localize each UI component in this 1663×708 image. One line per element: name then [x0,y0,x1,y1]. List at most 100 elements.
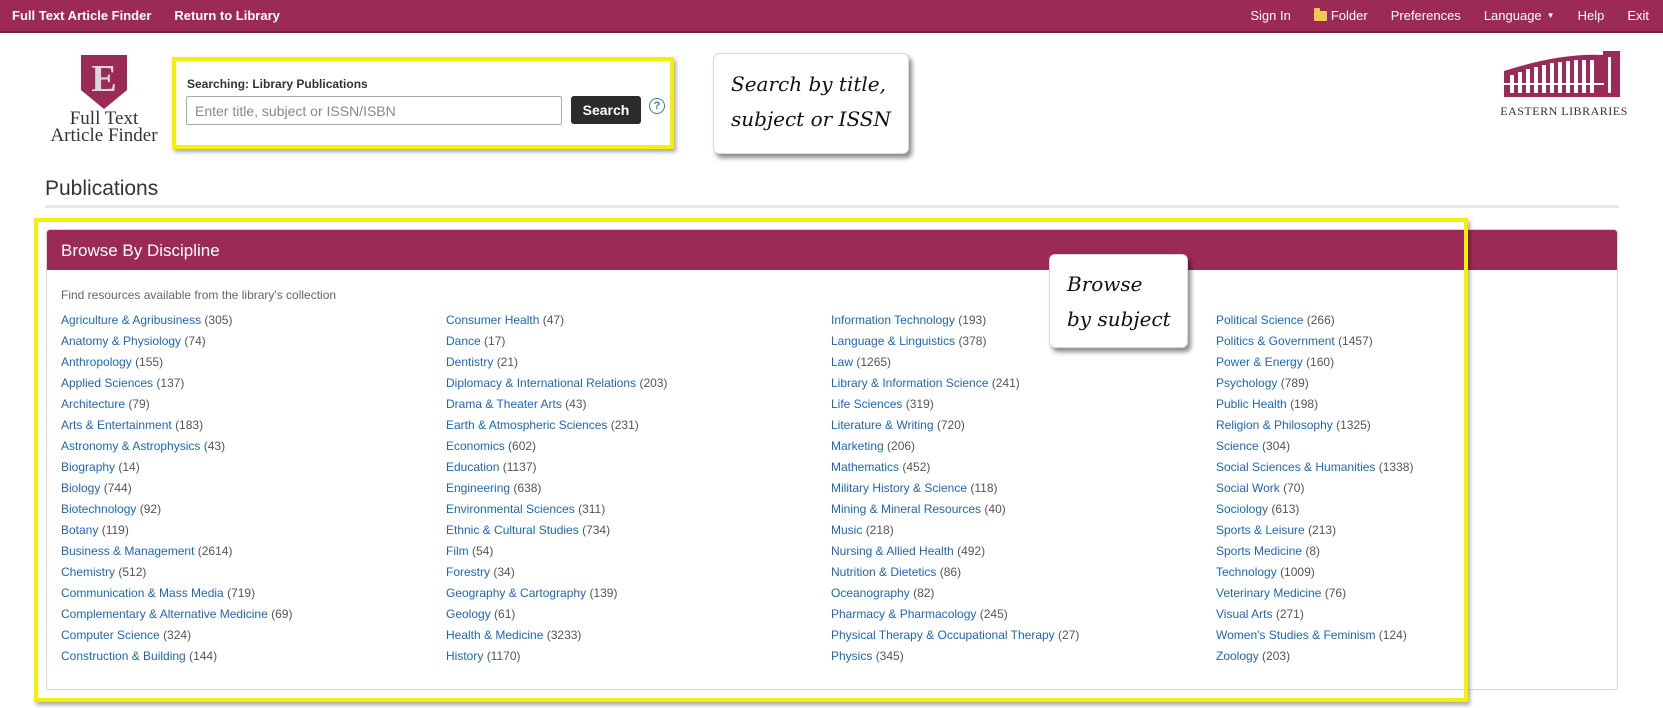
discipline-link[interactable]: Education [446,460,499,474]
discipline-link[interactable]: Astronomy & Astrophysics [61,439,200,453]
help-question-icon[interactable]: ? [649,98,665,114]
discipline-count: (319) [905,397,934,411]
discipline-item: Music (218) [831,523,1216,544]
discipline-link[interactable]: Biography [61,460,115,474]
discipline-link[interactable]: Geography & Cartography [446,586,586,600]
discipline-count: (1325) [1336,418,1371,432]
discipline-link[interactable]: Marketing [831,439,884,453]
discipline-item: Law (1265) [831,355,1216,376]
discipline-link[interactable]: Diplomacy & International Relations [446,376,636,390]
discipline-link[interactable]: Visual Arts [1216,607,1272,621]
discipline-link[interactable]: Technology [1216,565,1277,579]
discipline-link[interactable]: Business & Management [61,544,194,558]
language-dropdown[interactable]: Language ▼ [1484,8,1555,23]
discipline-column: Information Technology (193) Language & L… [831,313,1216,670]
discipline-link[interactable]: Biology [61,481,100,495]
discipline-link[interactable]: Life Sciences [831,397,902,411]
discipline-count: (213) [1308,523,1337,537]
discipline-link[interactable]: Ethnic & Cultural Studies [446,523,579,537]
discipline-link[interactable]: Mining & Mineral Resources [831,502,981,516]
discipline-count: (61) [494,607,516,621]
discipline-link[interactable]: Oceanography [831,586,910,600]
discipline-link[interactable]: Pharmacy & Pharmacology [831,607,976,621]
discipline-link[interactable]: Consumer Health [446,313,539,327]
discipline-link[interactable]: Veterinary Medicine [1216,586,1321,600]
discipline-link[interactable]: History [446,649,483,663]
discipline-link[interactable]: Environmental Sciences [446,502,575,516]
discipline-link[interactable]: Zoology [1216,649,1259,663]
discipline-link[interactable]: Arts & Entertainment [61,418,172,432]
discipline-count: (2614) [197,544,233,558]
discipline-count: (137) [156,376,185,390]
discipline-link[interactable]: Music [831,523,862,537]
discipline-link[interactable]: Economics [446,439,505,453]
discipline-link[interactable]: Public Health [1216,397,1287,411]
discipline-link[interactable]: Anthropology [61,355,132,369]
discipline-link[interactable]: Engineering [446,481,510,495]
discipline-link[interactable]: Geology [446,607,491,621]
discipline-link[interactable]: Politics & Government [1216,334,1335,348]
discipline-link[interactable]: Agriculture & Agribusiness [61,313,201,327]
discipline-item: Science (304) [1216,439,1601,460]
discipline-link[interactable]: Social Work [1216,481,1280,495]
discipline-item: History (1170) [446,649,831,670]
discipline-link[interactable]: Women's Studies & Feminism [1216,628,1375,642]
discipline-link[interactable]: Nursing & Allied Health [831,544,954,558]
discipline-link[interactable]: Dentistry [446,355,493,369]
discipline-link[interactable]: Nutrition & Dietetics [831,565,936,579]
discipline-link[interactable]: Sports & Leisure [1216,523,1305,537]
full-text-article-finder-link[interactable]: Full Text Article Finder [12,8,151,23]
discipline-link[interactable]: Law [831,355,853,369]
title-divider [45,205,1619,208]
discipline-link[interactable]: Science [1216,439,1259,453]
discipline-link[interactable]: Religion & Philosophy [1216,418,1333,432]
discipline-link[interactable]: Health & Medicine [446,628,543,642]
top-nav-left: Full Text Article Finder Return to Libra… [0,0,291,31]
discipline-link[interactable]: Political Science [1216,313,1303,327]
discipline-link[interactable]: Computer Science [61,628,160,642]
discipline-link[interactable]: Mathematics [831,460,899,474]
discipline-link[interactable]: Psychology [1216,376,1277,390]
discipline-link[interactable]: Sociology [1216,502,1268,516]
discipline-link[interactable]: Chemistry [61,565,115,579]
discipline-link[interactable]: Forestry [446,565,490,579]
discipline-link[interactable]: Power & Energy [1216,355,1303,369]
preferences-link[interactable]: Preferences [1391,8,1461,23]
discipline-link[interactable]: Sports Medicine [1216,544,1302,558]
discipline-count: (378) [958,334,987,348]
exit-link[interactable]: Exit [1627,8,1649,23]
discipline-link[interactable]: Communication & Mass Media [61,586,224,600]
discipline-link[interactable]: Architecture [61,397,125,411]
discipline-link[interactable]: Military History & Science [831,481,967,495]
discipline-link[interactable]: Earth & Atmospheric Sciences [446,418,607,432]
sign-in-link[interactable]: Sign In [1250,8,1290,23]
help-link[interactable]: Help [1578,8,1605,23]
folder-link[interactable]: Folder [1313,7,1368,23]
discipline-link[interactable]: Dance [446,334,481,348]
discipline-link[interactable]: Physical Therapy & Occupational Therapy [831,628,1055,642]
discipline-item: Geology (61) [446,607,831,628]
search-input[interactable] [186,96,562,125]
discipline-link[interactable]: Literature & Writing [831,418,934,432]
discipline-link[interactable]: Complementary & Alternative Medicine [61,607,268,621]
discipline-item: Education (1137) [446,460,831,481]
discipline-link[interactable]: Biotechnology [61,502,136,516]
full-text-finder-logo[interactable]: E Full Text Article Finder [48,55,160,147]
discipline-link[interactable]: Language & Linguistics [831,334,955,348]
discipline-link[interactable]: Information Technology [831,313,955,327]
discipline-item: Zoology (203) [1216,649,1601,670]
discipline-link[interactable]: Social Sciences & Humanities [1216,460,1375,474]
discipline-link[interactable]: Botany [61,523,98,537]
search-button[interactable]: Search [571,96,641,124]
discipline-link[interactable]: Library & Information Science [831,376,988,390]
discipline-count: (271) [1275,607,1304,621]
discipline-link[interactable]: Anatomy & Physiology [61,334,181,348]
eastern-libraries-logo[interactable]: EASTERN LIBRARIES [1500,51,1628,119]
return-to-library-link[interactable]: Return to Library [174,8,279,23]
discipline-link[interactable]: Construction & Building [61,649,186,663]
discipline-link[interactable]: Film [446,544,469,558]
discipline-link[interactable]: Drama & Theater Arts [446,397,562,411]
discipline-count: (86) [939,565,962,579]
discipline-link[interactable]: Physics [831,649,872,663]
discipline-link[interactable]: Applied Sciences [61,376,153,390]
